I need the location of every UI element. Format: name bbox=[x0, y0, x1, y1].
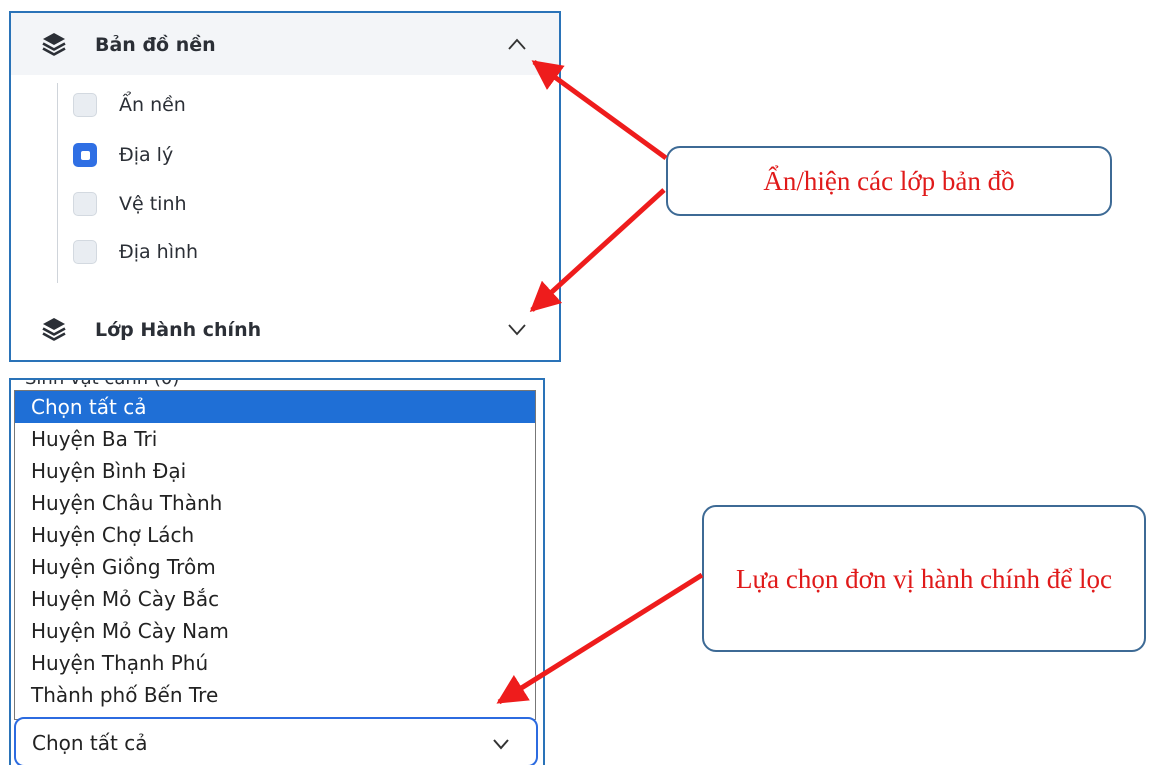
listbox-option[interactable]: Thành phố Bến Tre bbox=[15, 679, 535, 711]
listbox-option-selected[interactable]: Chọn tất cả bbox=[15, 391, 535, 423]
option-dia-hinh[interactable]: Địa hình bbox=[73, 237, 198, 267]
checkbox[interactable] bbox=[73, 240, 97, 264]
listbox-option[interactable]: Huyện Thạnh Phú bbox=[15, 647, 535, 679]
base-map-title: Bản đồ nền bbox=[95, 34, 216, 56]
listbox-option[interactable]: Huyện Giồng Trôm bbox=[15, 551, 535, 583]
listbox-option[interactable]: Huyện Châu Thành bbox=[15, 487, 535, 519]
base-map-header[interactable]: Bản đồ nền bbox=[11, 13, 559, 75]
option-label: Vệ tinh bbox=[119, 193, 187, 215]
option-dia-ly[interactable]: Địa lý bbox=[73, 140, 173, 170]
admin-unit-listbox[interactable]: Chọn tất cả Huyện Ba Tri Huyện Bình Đại … bbox=[14, 390, 536, 720]
layers-icon bbox=[42, 33, 66, 56]
option-label: Địa lý bbox=[119, 144, 174, 166]
admin-filter-panel: Sinh vật cảnh (0) Chọn tất cả Huyện Ba T… bbox=[9, 378, 545, 765]
layers-icon bbox=[42, 318, 66, 341]
checkbox[interactable] bbox=[73, 192, 97, 216]
option-label: Ẩn nền bbox=[119, 94, 186, 116]
listbox-option[interactable]: Huyện Mỏ Cày Bắc bbox=[15, 583, 535, 615]
select-value: Chọn tất cả bbox=[32, 731, 148, 755]
chevron-up-icon[interactable] bbox=[507, 37, 527, 51]
base-map-panel: Bản đồ nền Ẩn nền Địa lý Vệ tinh Địa hìn… bbox=[9, 11, 561, 362]
tree-line bbox=[57, 83, 58, 283]
admin-layer-title: Lớp Hành chính bbox=[95, 319, 262, 341]
admin-layer-header[interactable]: Lớp Hành chính bbox=[11, 298, 559, 360]
partially-hidden-item: Sinh vật cảnh (0) bbox=[25, 378, 180, 389]
admin-unit-select[interactable]: Chọn tất cả bbox=[14, 717, 538, 765]
chevron-down-icon bbox=[493, 739, 509, 750]
option-label: Địa hình bbox=[119, 241, 199, 263]
option-an-nen[interactable]: Ẩn nền bbox=[73, 90, 186, 120]
callout-layers: Ẩn/hiện các lớp bản đồ bbox=[666, 146, 1112, 216]
chevron-down-icon[interactable] bbox=[507, 322, 527, 336]
listbox-option[interactable]: Huyện Ba Tri bbox=[15, 423, 535, 455]
checkbox[interactable] bbox=[73, 93, 97, 117]
listbox-option[interactable]: Huyện Bình Đại bbox=[15, 455, 535, 487]
listbox-option[interactable]: Huyện Mỏ Cày Nam bbox=[15, 615, 535, 647]
listbox-option[interactable]: Huyện Chợ Lách bbox=[15, 519, 535, 551]
option-ve-tinh[interactable]: Vệ tinh bbox=[73, 189, 187, 219]
callout-filter: Lựa chọn đơn vị hành chính để lọc bbox=[702, 505, 1146, 652]
checkbox-checked[interactable] bbox=[73, 143, 97, 167]
